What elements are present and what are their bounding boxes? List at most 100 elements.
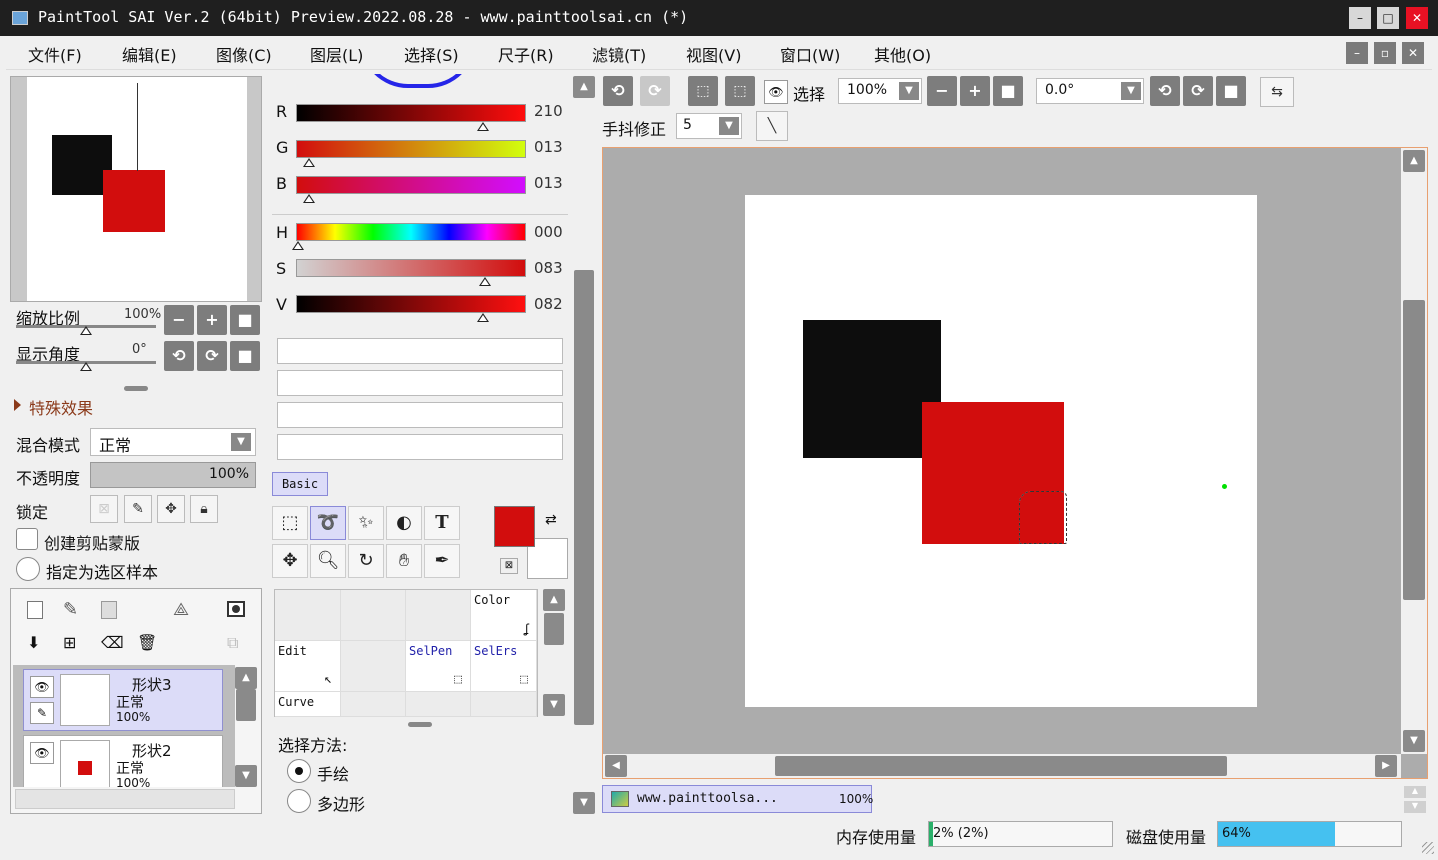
tool-panel-splitter[interactable]: [408, 722, 432, 727]
navigator-scrollbar-left[interactable]: [11, 77, 27, 301]
tool-slot[interactable]: [341, 590, 406, 641]
b-slider[interactable]: [296, 176, 526, 194]
layer-effect-icon[interactable]: ⟁: [173, 599, 189, 620]
maximize-button[interactable]: □: [1377, 7, 1399, 29]
menu-layer[interactable]: 图层(L): [310, 42, 363, 66]
layer-scroll-thumb[interactable]: [236, 689, 256, 721]
clear-layer-icon[interactable]: ⌫: [101, 633, 124, 652]
middle-scroll-up[interactable]: ▲: [573, 76, 595, 98]
layer-scroll-down[interactable]: ▼: [235, 765, 257, 787]
tool-slot-selpen[interactable]: SelPen ⬚: [406, 641, 471, 692]
lock-paint-icon[interactable]: ✎: [124, 495, 152, 523]
stabilizer-select[interactable]: 5 ▼: [676, 113, 742, 139]
swatch-bar[interactable]: [277, 402, 563, 428]
menu-window[interactable]: 窗口(W): [780, 42, 840, 66]
canvas-document[interactable]: [745, 195, 1257, 707]
navigator-scrollbar-right[interactable]: [247, 77, 261, 301]
delete-layer-icon[interactable]: 🗑︎: [137, 633, 157, 652]
menu-other[interactable]: 其他(O): [874, 42, 931, 66]
r-slider-handle[interactable]: [477, 122, 489, 131]
new-folder-icon[interactable]: [101, 601, 117, 619]
rotate-icon[interactable]: ↻: [348, 544, 384, 578]
selection-sample-checkbox[interactable]: [16, 557, 40, 581]
swatch-bar[interactable]: [277, 434, 563, 460]
hand-icon[interactable]: ✋︎: [386, 544, 422, 578]
g-slider-handle[interactable]: [303, 158, 315, 167]
v-slider-handle[interactable]: [477, 313, 489, 322]
mdi-restore-button[interactable]: ▫: [1374, 42, 1396, 64]
freehand-radio[interactable]: [287, 759, 311, 783]
angle-select[interactable]: 0.0° ▼: [1036, 78, 1144, 104]
merge-down-icon[interactable]: ⬇: [27, 633, 40, 652]
swatch-bar[interactable]: [277, 338, 563, 364]
blend-mode-select[interactable]: 正常 ▼: [90, 428, 256, 456]
primary-color[interactable]: [494, 506, 535, 547]
shape-icon[interactable]: ◐: [386, 506, 422, 540]
canvas-vscroll[interactable]: ▲ ▼: [1401, 148, 1427, 754]
selection-visible-icon[interactable]: 👁︎: [764, 80, 788, 104]
h-slider-handle[interactable]: [292, 241, 304, 250]
menu-filter[interactable]: 滤镜(T): [592, 42, 646, 66]
tool-slot-selers[interactable]: SelErs ⬚: [471, 641, 537, 692]
rotate-left-button[interactable]: ⟲: [164, 341, 194, 371]
redo-button[interactable]: ⟳: [640, 76, 670, 106]
h-slider[interactable]: [296, 223, 526, 241]
swatch-bar[interactable]: [277, 370, 563, 396]
toolbar-rotate-reset-button[interactable]: ■: [1216, 76, 1246, 106]
lasso-icon[interactable]: ➰: [310, 506, 346, 540]
special-effects-label[interactable]: 特殊效果: [29, 395, 93, 419]
zoom-in-button[interactable]: +: [197, 305, 227, 335]
tool-slot-color[interactable]: Color ʆ: [471, 590, 537, 641]
angle-slider-handle[interactable]: [80, 362, 92, 371]
eye-icon[interactable]: 👁︎: [30, 676, 54, 698]
layer-row[interactable]: 👁︎ 形状2 正常 100%: [23, 735, 223, 787]
v-slider[interactable]: [296, 295, 526, 313]
layer-row[interactable]: 👁︎ ✎ 形状3 正常 100%: [23, 669, 223, 731]
transparent-color-icon[interactable]: ⊠: [500, 558, 518, 574]
b-slider-handle[interactable]: [303, 194, 315, 203]
tool-slot[interactable]: [275, 590, 341, 641]
mdi-close-button[interactable]: ✕: [1402, 42, 1424, 64]
s-slider-handle[interactable]: [479, 277, 491, 286]
r-slider[interactable]: [296, 104, 526, 122]
toolbar-zoom-out-button[interactable]: −: [927, 76, 957, 106]
zoom-out-button[interactable]: −: [164, 305, 194, 335]
canvas-scroll-down[interactable]: ▼: [1403, 730, 1425, 752]
rotate-right-button[interactable]: ⟳: [197, 341, 227, 371]
move-icon[interactable]: ✥: [272, 544, 308, 578]
clip-checkbox[interactable]: [16, 528, 38, 550]
tool-slot[interactable]: [341, 692, 406, 717]
resize-grip-icon[interactable]: [1422, 842, 1434, 854]
line-mode-button[interactable]: ╲: [756, 111, 788, 141]
menu-file[interactable]: 文件(F): [28, 42, 82, 66]
tool-slots-scroll-up[interactable]: ▲: [543, 589, 565, 611]
lock-move-icon[interactable]: ✥: [157, 495, 185, 523]
toolbar-rotate-left-button[interactable]: ⟲: [1150, 76, 1180, 106]
lock-all-icon[interactable]: 🔒︎: [190, 495, 218, 523]
layer-mask-icon[interactable]: [227, 601, 245, 617]
menu-view[interactable]: 视图(V): [686, 42, 741, 66]
canvas-hscroll-thumb[interactable]: [775, 756, 1227, 776]
rect-select-icon[interactable]: ⬚: [272, 506, 308, 540]
swap-colors-icon[interactable]: ⇄: [545, 512, 557, 528]
magic-wand-icon[interactable]: ✨︎: [348, 506, 384, 540]
close-button[interactable]: ✕: [1406, 7, 1428, 29]
eye-icon[interactable]: 👁︎: [30, 742, 54, 764]
zoom-select[interactable]: 100% ▼: [838, 78, 922, 104]
s-slider[interactable]: [296, 259, 526, 277]
menu-edit[interactable]: 编辑(E): [122, 42, 177, 66]
tab-scroll-up[interactable]: ▲: [1404, 786, 1426, 798]
tool-slot[interactable]: [406, 692, 471, 717]
panel-splitter[interactable]: [124, 386, 148, 391]
mdi-minimize-button[interactable]: –: [1346, 42, 1368, 64]
layer-hscroll[interactable]: [15, 789, 235, 809]
new-layer-icon[interactable]: [27, 601, 43, 619]
tab-basic[interactable]: Basic: [272, 472, 328, 496]
tool-slots-scroll-thumb[interactable]: [544, 613, 564, 645]
middle-scroll-down[interactable]: ▼: [573, 792, 595, 814]
merge-layer-icon[interactable]: ⊞: [63, 633, 76, 652]
flip-horizontal-button[interactable]: ⇆: [1260, 77, 1294, 107]
selection-marquee[interactable]: [1019, 491, 1067, 544]
lock-transparency-icon[interactable]: ⊠: [90, 495, 118, 523]
toolbar-zoom-reset-button[interactable]: ■: [993, 76, 1023, 106]
